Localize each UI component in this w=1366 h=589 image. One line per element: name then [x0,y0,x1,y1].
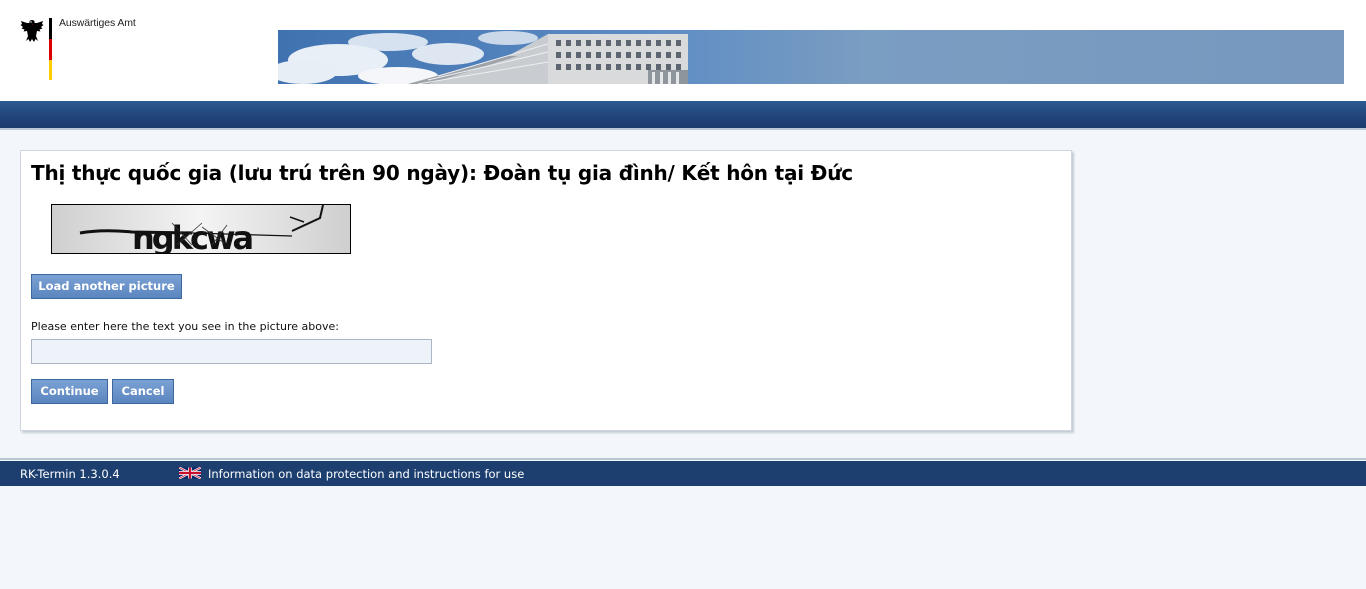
site-header: Auswärtiges Amt [0,0,1366,101]
captcha-panel: Thị thực quốc gia (lưu trú trên 90 ngày)… [20,150,1072,431]
ministry-name: Auswärtiges Amt [59,17,136,29]
navigation-divider [0,128,1366,130]
cancel-button[interactable]: Cancel [112,379,174,404]
footer-divider [0,458,1366,460]
uk-flag-icon[interactable] [179,467,201,479]
version-label: RK-Termin 1.3.0.4 [20,467,120,481]
header-banner-image [278,30,1344,84]
captcha-image: ngkcwa [51,204,351,254]
continue-button[interactable]: Continue [31,379,108,404]
captcha-prompt-label: Please enter here the text you see in th… [31,320,339,333]
federal-eagle-icon [20,20,44,42]
site-footer: RK-Termin 1.3.0.4 Information on data pr… [0,461,1366,486]
main-navigation-bar [0,101,1366,128]
captcha-text: ngkcwa [132,219,253,253]
captcha-input[interactable] [31,339,432,364]
page-title: Thị thực quốc gia (lưu trú trên 90 ngày)… [31,161,853,185]
data-protection-link[interactable]: Information on data protection and instr… [208,467,524,481]
load-another-picture-button[interactable]: Load another picture [31,274,182,299]
german-flag-stripe [49,18,52,80]
